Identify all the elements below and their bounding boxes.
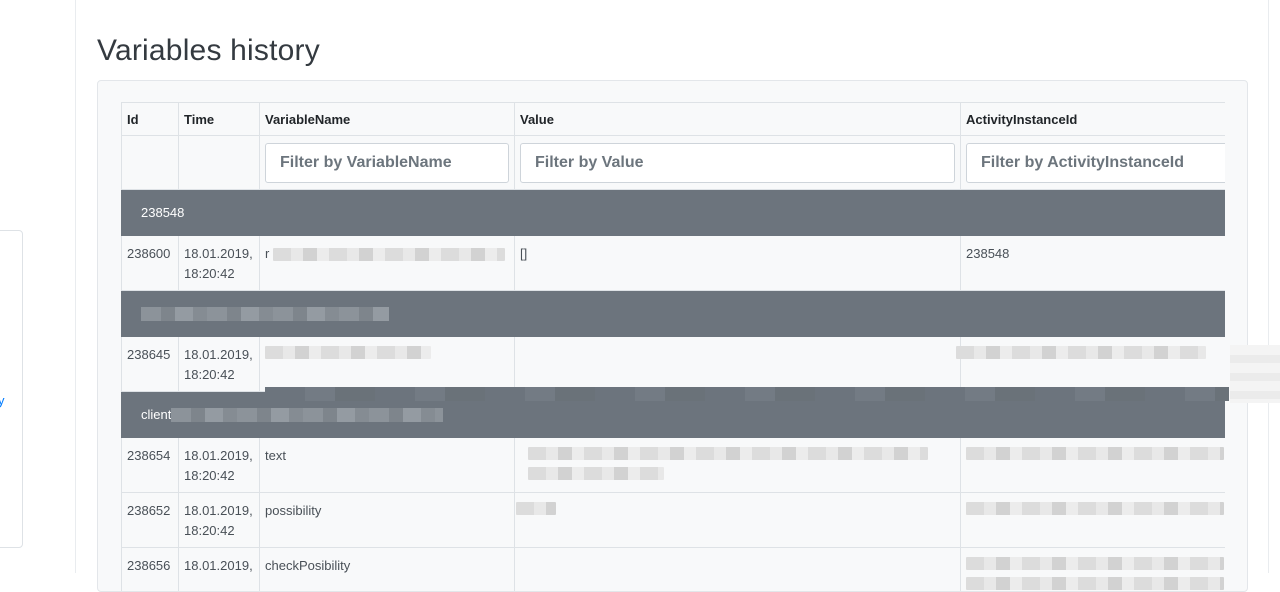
group-label: 238548 <box>122 190 1226 236</box>
filter-variable-name-input[interactable] <box>265 143 509 183</box>
filter-value-input[interactable] <box>520 143 955 183</box>
cell-activity-instance-id <box>961 337 1226 392</box>
column-header-activity-instance-id[interactable]: ActivityInstanceId <box>961 103 1226 136</box>
filter-row <box>122 136 1226 190</box>
content-divider-left <box>75 0 76 573</box>
cell-value: [] <box>515 236 961 291</box>
cell-date-text: 18.01.2019, <box>184 347 253 362</box>
redacted-text <box>265 346 431 359</box>
cell-value <box>515 438 961 493</box>
cell-id: 238600 <box>122 236 179 291</box>
column-header-id[interactable]: Id <box>122 103 179 136</box>
cell-variable-name: text <box>260 438 515 493</box>
redacted-text <box>273 248 505 261</box>
filter-cell-variable-name <box>260 136 515 190</box>
cell-id: 238645 <box>122 337 179 392</box>
cell-activity-instance-id <box>961 438 1226 493</box>
redacted-text <box>528 447 928 460</box>
group-label-text: client <box>141 407 171 422</box>
table-scroll-area[interactable]: Id Time VariableName Value ActivityInsta… <box>121 102 1225 592</box>
content-divider-right <box>1268 0 1269 573</box>
cell-time: 18.01.2019, 18:20:42 <box>179 438 260 493</box>
cell-id: 238654 <box>122 438 179 493</box>
cell-activity-instance-id <box>961 548 1226 592</box>
cell-date-text: 18.01.2019, <box>184 503 253 518</box>
cell-time: 18.01.2019, 18:20:42 <box>179 493 260 548</box>
variables-panel: Id Time VariableName Value ActivityInsta… <box>97 80 1248 592</box>
cell-variable-name: checkPosibility <box>260 548 515 592</box>
cell-variable-name-text: r <box>265 246 269 261</box>
redacted-text <box>528 467 664 480</box>
sidebar-link[interactable]: y <box>0 393 5 408</box>
redacted-text <box>516 502 556 515</box>
cell-activity-instance-id <box>961 493 1226 548</box>
redacted-overlay <box>265 387 1229 401</box>
cell-value <box>515 493 961 548</box>
filter-cell-time <box>179 136 260 190</box>
cell-activity-instance-id: 238548 <box>961 236 1226 291</box>
redacted-text <box>966 502 1224 515</box>
cell-variable-name: r <box>260 236 515 291</box>
filter-cell-id <box>122 136 179 190</box>
variables-table: Id Time VariableName Value ActivityInsta… <box>121 102 1225 592</box>
sidebar-card <box>0 230 23 548</box>
page-title: Variables history <box>97 34 320 68</box>
filter-activity-instance-id-input[interactable] <box>966 143 1225 183</box>
redacted-text <box>966 577 1224 590</box>
column-header-time[interactable]: Time <box>179 103 260 136</box>
redacted-text <box>141 307 389 321</box>
cell-id: 238656 <box>122 548 179 592</box>
cell-time: 18.01.2019, <box>179 548 260 592</box>
table-header-row: Id Time VariableName Value ActivityInsta… <box>122 103 1226 136</box>
table-row[interactable]: 238654 18.01.2019, 18:20:42 text <box>122 438 1226 493</box>
cell-date-text: 18.01.2019, <box>184 246 253 261</box>
cell-id: 238652 <box>122 493 179 548</box>
cell-variable-name: possibility <box>260 493 515 548</box>
cell-time-text: 18:20:42 <box>184 468 235 483</box>
cell-time-text: 18:20:42 <box>184 367 235 382</box>
filter-cell-value <box>515 136 961 190</box>
redacted-text <box>966 447 1224 460</box>
redacted-text <box>171 408 443 422</box>
table-row[interactable]: 238600 18.01.2019, 18:20:42 r [] 238548 <box>122 236 1226 291</box>
cell-value <box>515 337 961 392</box>
cell-time-text: 18:20:42 <box>184 266 235 281</box>
group-row[interactable] <box>122 291 1226 337</box>
cell-time-text: 18:20:42 <box>184 523 235 538</box>
table-row[interactable]: 238656 18.01.2019, checkPosibility <box>122 548 1226 592</box>
table-row[interactable]: 238645 18.01.2019, 18:20:42 <box>122 337 1226 392</box>
cell-time: 18.01.2019, 18:20:42 <box>179 236 260 291</box>
group-label <box>122 291 1226 337</box>
cell-date-text: 18.01.2019, <box>184 558 253 573</box>
redacted-text <box>966 557 1224 570</box>
column-header-variable-name[interactable]: VariableName <box>260 103 515 136</box>
column-header-value[interactable]: Value <box>515 103 961 136</box>
cell-time: 18.01.2019, 18:20:42 <box>179 337 260 392</box>
cell-value <box>515 548 961 592</box>
redacted-text <box>956 346 1206 359</box>
cell-date-text: 18.01.2019, <box>184 448 253 463</box>
redacted-overlay <box>1230 345 1280 403</box>
cell-variable-name <box>260 337 515 392</box>
table-row[interactable]: 238652 18.01.2019, 18:20:42 possibility <box>122 493 1226 548</box>
group-row[interactable]: 238548 <box>122 190 1226 236</box>
filter-cell-activity-instance-id <box>961 136 1226 190</box>
